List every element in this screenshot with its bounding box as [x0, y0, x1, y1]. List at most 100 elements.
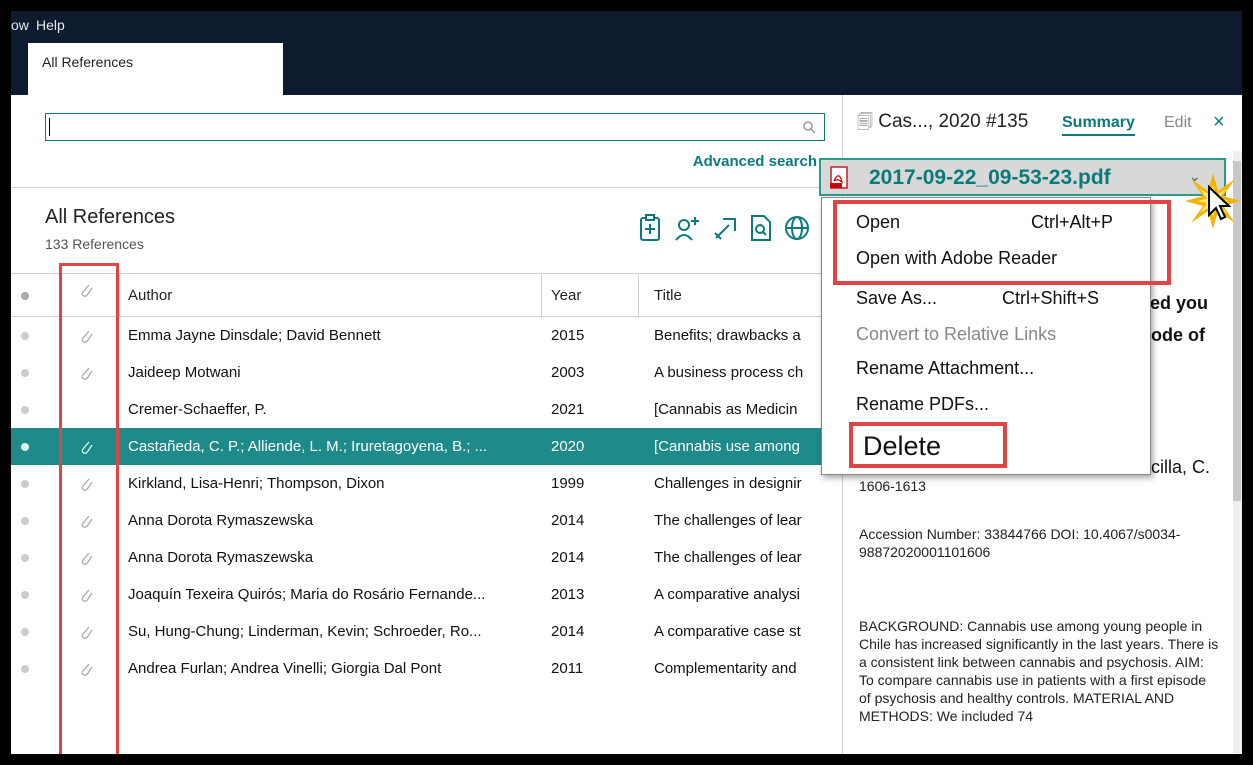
cell-author: Anna Dorota Rymaszewska: [128, 512, 314, 529]
accession-text: Accession Number: 33844766 DOI: 10.4067/…: [859, 526, 1181, 560]
read-status-dot: [21, 628, 29, 636]
table-row[interactable]: Su, Hung-Chung; Linderman, Kevin; Schroe…: [11, 613, 837, 650]
clipboard-icon: 🗐: [857, 114, 873, 131]
detail-scrollbar[interactable]: [1233, 151, 1242, 754]
column-divider: [541, 274, 542, 318]
read-status-dot: [21, 554, 29, 562]
table-row[interactable]: Jaideep Motwani 2003 A business process ch: [11, 354, 837, 391]
cell-author: Anna Dorota Rymaszewska: [128, 549, 314, 566]
attachment-selector[interactable]: 2017-09-22_09-53-23.pdf ⌄: [819, 158, 1226, 196]
read-status-dot: [21, 332, 29, 340]
cell-year: 2021: [551, 401, 585, 418]
cell-title: A business process ch: [654, 364, 804, 381]
tab-all-references[interactable]: All References: [28, 43, 283, 95]
table-row[interactable]: Kirkland, Lisa-Henri; Thompson, Dixon 199…: [11, 465, 837, 502]
search-icon[interactable]: [802, 120, 816, 134]
attachment-column-highlight: [59, 263, 119, 754]
read-status-dot: [21, 665, 29, 673]
column-header-author[interactable]: Author: [128, 287, 172, 304]
abstract-text: BACKGROUND: Cannabis use among young peo…: [859, 618, 1219, 724]
read-status-dot: [21, 406, 29, 414]
pdf-icon: [830, 166, 848, 189]
search-input[interactable]: [45, 113, 825, 141]
authors-fragment: ncilla, C.: [1141, 457, 1211, 477]
page-title: All References: [45, 206, 176, 228]
cell-year: 2020: [551, 438, 585, 455]
cell-title: Benefits; drawbacks a: [654, 327, 801, 344]
read-status-header: [21, 292, 29, 300]
cell-year: 2014: [551, 623, 585, 640]
title-fragment: zed you: [1141, 293, 1209, 313]
app-window: ow Help All References Advanced search A…: [9, 9, 1244, 756]
shortcut-save-as: Ctrl+Shift+S: [1002, 288, 1100, 308]
share-user-icon[interactable]: [673, 213, 703, 243]
cell-title: A comparative analysi: [654, 586, 800, 603]
reference-count: 133 References: [45, 236, 144, 252]
click-burst-icon: [1185, 173, 1241, 229]
cell-author: Castañeda, C. P.; Alliende, L. M.; Irure…: [128, 438, 488, 455]
cell-year: 2013: [551, 586, 585, 603]
open-options-highlight: [833, 200, 1171, 285]
menu-item-rename-pdfs[interactable]: Rename PDFs...: [856, 394, 989, 415]
reference-title-text: Cas..., 2020 #135: [878, 111, 1029, 132]
delete-highlight: [849, 422, 1007, 468]
attachment-filename: 2017-09-22_09-53-23.pdf: [869, 166, 1111, 189]
read-status-dot: [21, 443, 29, 451]
column-header-year[interactable]: Year: [551, 287, 581, 304]
tab-summary[interactable]: Summary: [1062, 114, 1135, 136]
read-status-dot: [21, 517, 29, 525]
cell-author: Joaquín Texeira Quirós; Maria do Rosário…: [128, 586, 486, 603]
table-row[interactable]: Castañeda, C. P.; Alliende, L. M.; Irure…: [11, 428, 837, 465]
column-divider: [638, 274, 639, 318]
advanced-search-link[interactable]: Advanced search: [693, 153, 817, 170]
menu-window[interactable]: ow: [11, 17, 29, 33]
column-divider: [119, 274, 120, 318]
cell-year: 1999: [551, 475, 585, 492]
table-row[interactable]: Anna Dorota Rymaszewska 2014 The challenge…: [11, 539, 837, 576]
cell-author: Jaideep Motwani: [128, 364, 241, 381]
cell-author: Kirkland, Lisa-Henri; Thompson, Dixon: [128, 475, 385, 492]
add-reference-icon[interactable]: [637, 213, 665, 243]
detail-header: 🗐 Cas..., 2020 #135 Summary Edit ×: [843, 95, 1242, 155]
cell-author: Andrea Furlan; Andrea Vinelli; Giorgia D…: [128, 660, 442, 677]
cell-year: 2014: [551, 512, 585, 529]
table-row[interactable]: Cremer-Schaeffer, P. 2021 [Cannabis as Med…: [11, 391, 837, 428]
text-caret: [49, 118, 50, 136]
online-search-icon[interactable]: [782, 213, 812, 243]
menu-help[interactable]: Help: [36, 17, 65, 33]
cell-year: 2003: [551, 364, 585, 381]
close-icon[interactable]: ×: [1213, 111, 1225, 134]
pages-text: 1606-1613: [859, 478, 926, 494]
divider: [11, 187, 837, 188]
tab-label: All References: [42, 54, 134, 70]
menu-item-rename-attachment[interactable]: Rename Attachment...: [856, 358, 1034, 379]
column-header-title[interactable]: Title: [654, 287, 682, 304]
table-row[interactable]: Andrea Furlan; Andrea Vinelli; Giorgia D…: [11, 650, 837, 687]
read-status-dot: [21, 591, 29, 599]
menu-bar: ow Help: [11, 11, 1242, 39]
cell-title: Challenges in designir: [654, 475, 802, 492]
menu-item-convert-relative: Convert to Relative Links: [856, 324, 1057, 344]
cell-year: 2015: [551, 327, 585, 344]
cell-author: Emma Jayne Dinsdale; David Bennett: [128, 327, 381, 344]
reference-title: 🗐 Cas..., 2020 #135: [857, 111, 1028, 138]
table-row[interactable]: Emma Jayne Dinsdale; David Bennett 2015 Be…: [11, 317, 837, 354]
tab-bar: All References: [11, 39, 1242, 95]
read-status-dot: [21, 369, 29, 377]
menu-item-save-as[interactable]: Save As...: [856, 288, 937, 309]
cell-author: Cremer-Schaeffer, P.: [128, 401, 267, 418]
cell-title: [Cannabis use among: [654, 438, 800, 455]
find-fulltext-icon[interactable]: [748, 213, 774, 243]
table-row[interactable]: Joaquín Texeira Quirós; Maria do Rosário…: [11, 576, 837, 613]
cell-year: 2014: [551, 549, 585, 566]
read-status-dot: [21, 480, 29, 488]
tab-edit[interactable]: Edit: [1164, 114, 1192, 132]
cell-title: The challenges of lear: [654, 549, 802, 566]
cell-title: Complementarity and: [654, 660, 797, 677]
cell-title: [Cannabis as Medicin: [654, 401, 798, 418]
cell-year: 2011: [551, 660, 584, 677]
export-icon[interactable]: [711, 213, 741, 243]
cell-title: The challenges of lear: [654, 512, 802, 529]
table-row[interactable]: Anna Dorota Rymaszewska 2014 The challenge…: [11, 502, 837, 539]
reference-list-pane: Advanced search All References 133 Refer…: [11, 95, 837, 754]
